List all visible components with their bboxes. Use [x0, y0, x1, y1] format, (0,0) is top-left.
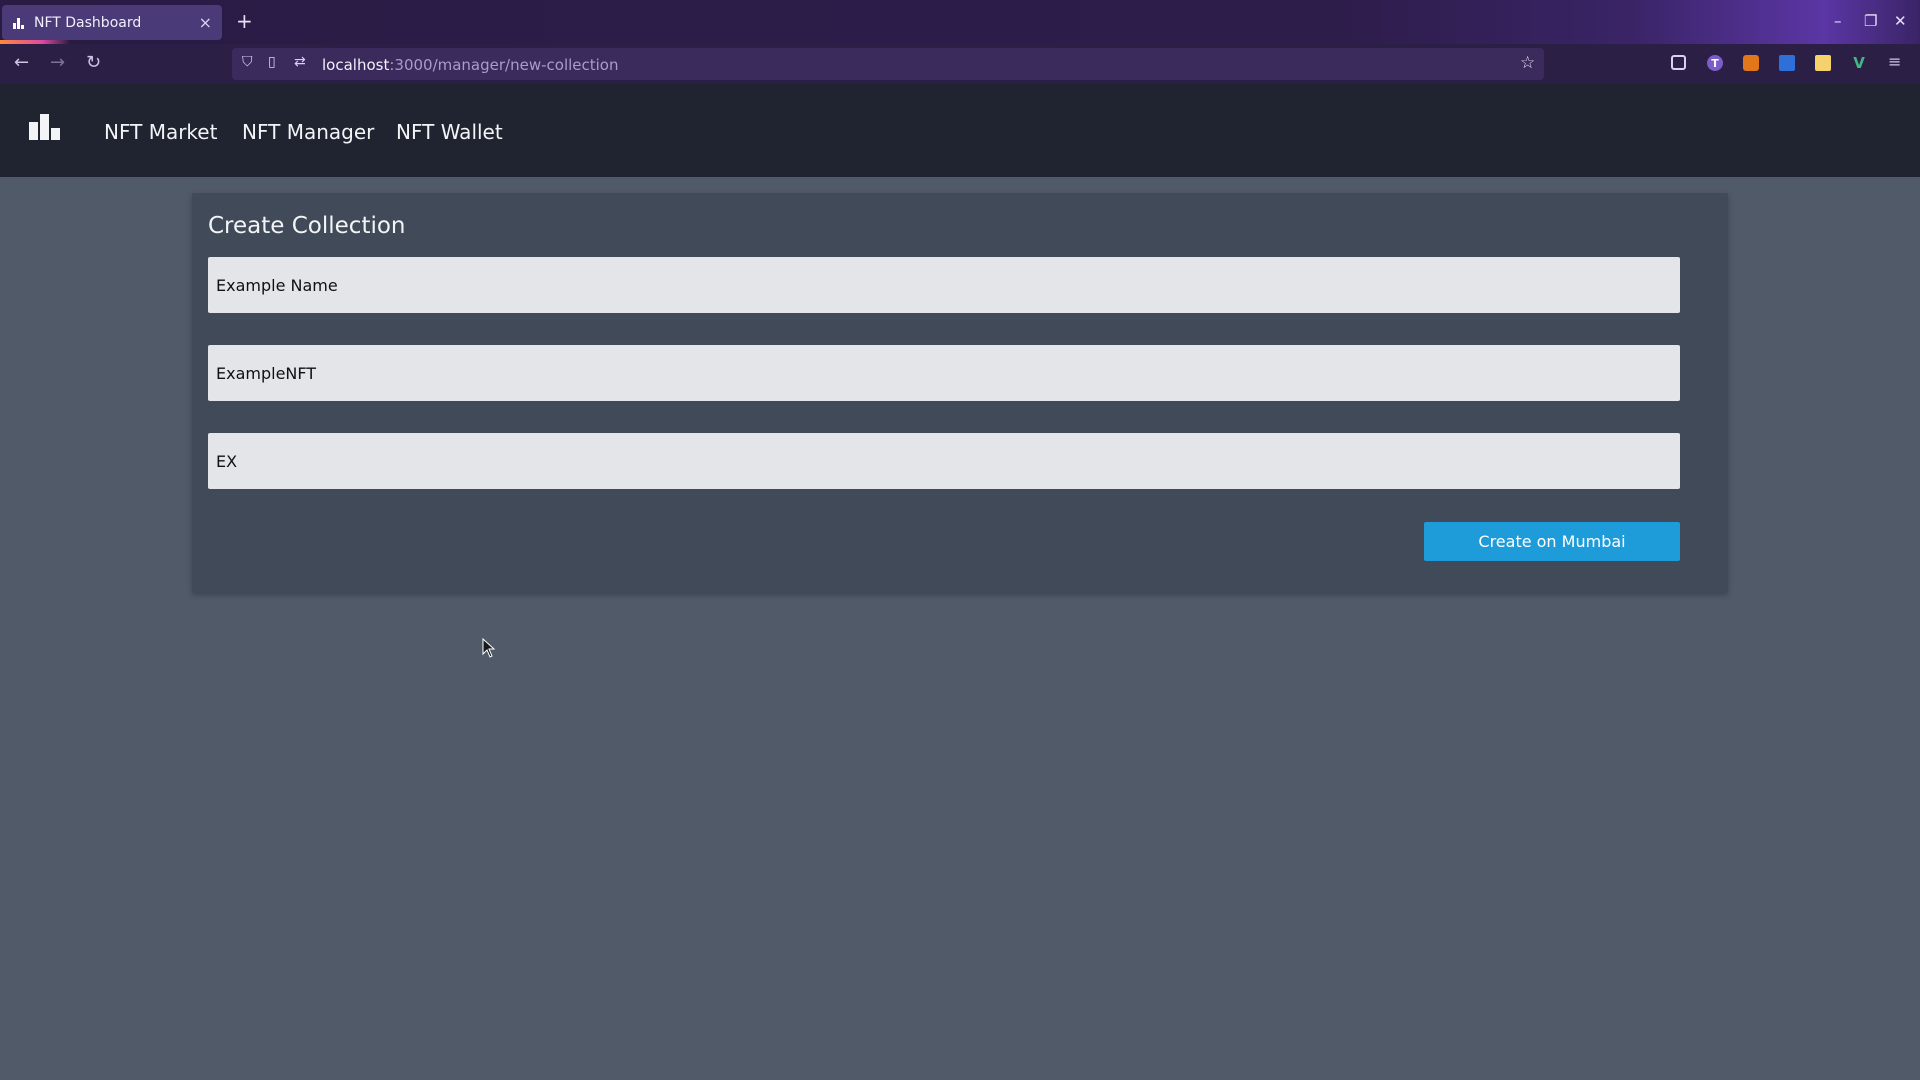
pocket-icon[interactable]: [1671, 55, 1686, 70]
create-collection-card: Create Collection Create on Mumbai: [192, 193, 1728, 593]
nav-link-nft-wallet[interactable]: NFT Wallet: [396, 120, 503, 144]
url-bar[interactable]: ⛉ ▯ ⇄ localhost:3000/manager/new-collect…: [232, 48, 1544, 80]
app-header: NFT Market NFT Manager NFT Wallet: [0, 84, 1920, 177]
close-window-icon[interactable]: ✕: [1894, 12, 1907, 30]
collection-name-input[interactable]: [208, 257, 1680, 313]
card-title: Create Collection: [208, 213, 406, 239]
url-path: :3000/manager/new-collection: [389, 56, 619, 74]
menu-icon[interactable]: ≡: [1888, 52, 1901, 71]
vue-devtools-icon[interactable]: V: [1851, 54, 1867, 72]
app-logo-icon[interactable]: [29, 114, 61, 142]
reload-icon[interactable]: ↻: [86, 52, 101, 73]
nav-link-nft-manager[interactable]: NFT Manager: [242, 120, 374, 144]
extension-bookmark-icon[interactable]: [1779, 55, 1795, 71]
extension-clock-icon[interactable]: [1815, 55, 1831, 71]
create-on-mumbai-button[interactable]: Create on Mumbai: [1424, 522, 1680, 561]
nav-link-nft-market[interactable]: NFT Market: [104, 120, 217, 144]
symbol-input[interactable]: [208, 433, 1680, 489]
back-icon[interactable]: ←: [14, 52, 29, 73]
minimize-icon[interactable]: –: [1834, 12, 1842, 30]
tab-close-icon[interactable]: ×: [199, 13, 212, 32]
token-name-input[interactable]: [208, 345, 1680, 401]
app-favicon-icon: [13, 17, 24, 29]
bookmark-star-icon[interactable]: ☆: [1520, 53, 1535, 73]
page-info-icon[interactable]: ▯: [268, 54, 276, 70]
extension-t-icon[interactable]: T: [1707, 55, 1723, 71]
browser-toolbar: ← → ↻ ⛉ ▯ ⇄ localhost:3000/manager/new-c…: [0, 44, 1920, 84]
browser-tab-strip: NFT Dashboard × + – ❐ ✕: [0, 0, 1920, 44]
browser-tab[interactable]: NFT Dashboard ×: [2, 5, 222, 40]
forward-icon[interactable]: →: [50, 52, 65, 73]
metamask-icon[interactable]: [1743, 55, 1759, 71]
url-text[interactable]: localhost:3000/manager/new-collection: [322, 56, 618, 74]
permissions-icon[interactable]: ⇄: [294, 54, 306, 70]
url-host: localhost: [322, 56, 390, 74]
new-tab-button[interactable]: +: [236, 9, 253, 33]
shield-icon[interactable]: ⛉: [242, 54, 253, 70]
restore-icon[interactable]: ❐: [1864, 12, 1877, 30]
tab-title: NFT Dashboard: [34, 14, 142, 31]
mouse-cursor-icon: [482, 638, 496, 658]
